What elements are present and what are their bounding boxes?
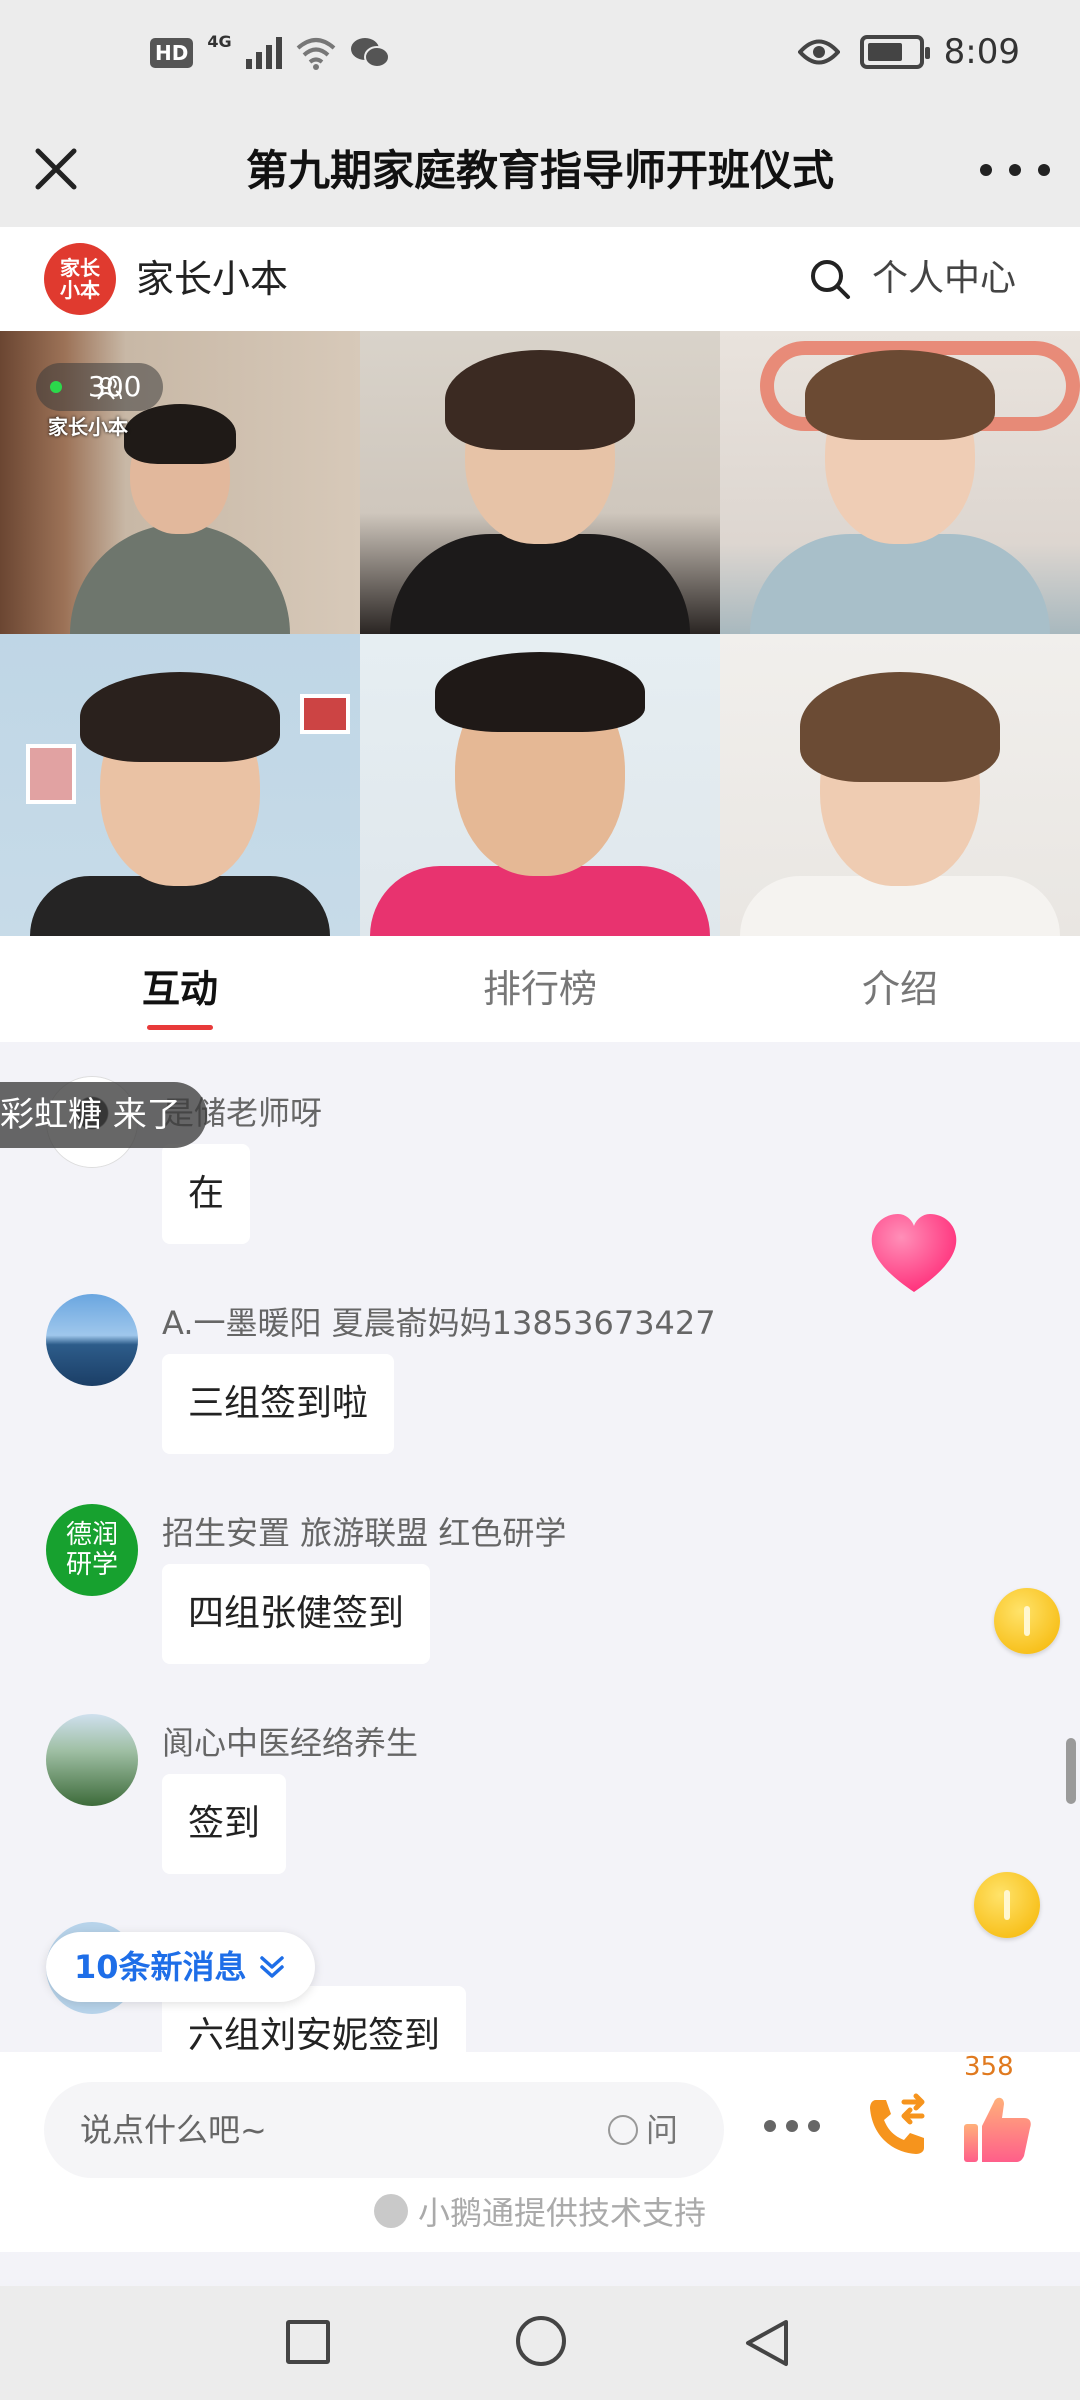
tab-bar: 互动 排行榜 介绍 (0, 936, 1080, 1042)
home-button[interactable] (516, 2316, 566, 2366)
recent-apps-button[interactable] (286, 2320, 330, 2364)
status-right: 8:09 (797, 32, 1020, 72)
input-bar: 说点什么吧~ 问 358 小鹅通提供技术支持 (0, 2052, 1080, 2252)
more-dot-icon (1009, 164, 1021, 176)
live-viewer-pill: 300 (36, 363, 164, 411)
xiaoetong-logo-icon (373, 2194, 408, 2228)
new-messages-label: 10条新消息 (74, 1948, 247, 1986)
more-dot-icon (980, 164, 992, 176)
more-options-button[interactable] (980, 145, 1050, 195)
wechat-icon (350, 38, 390, 68)
video-tile-participant[interactable] (720, 331, 1080, 634)
tech-support-text: 小鹅通提供技术支持 (417, 2194, 706, 2232)
avatar-text: 德润研学 (65, 1520, 118, 1580)
live-brand-watermark: 家长小本 (48, 415, 128, 439)
hd-badge: HD (150, 38, 194, 68)
brand-name[interactable]: 家长小本 (136, 227, 288, 331)
personal-center-link[interactable]: 个人中心 (872, 227, 1016, 331)
ask-label: 问 (646, 2111, 679, 2149)
coin-icon (974, 1872, 1040, 1938)
viewers-icon (97, 377, 122, 400)
network-label: 4G (207, 31, 232, 51)
message-sender: A.一墨暖阳 夏晨嵛妈妈13853673427 (162, 1304, 716, 1342)
brand-logo[interactable]: 家长小本 (44, 243, 116, 315)
brand-logo-text: 家长小本 (60, 256, 100, 302)
message-sender: 阆心中医经络养生 (162, 1724, 419, 1762)
phone-call-icon[interactable] (862, 2092, 932, 2162)
ask-question-toggle[interactable]: 问 (608, 2082, 678, 2178)
signal-icon (245, 37, 282, 69)
coin-icon (994, 1588, 1060, 1654)
tab-leaderboard[interactable]: 排行榜 (360, 936, 720, 1042)
chat-feed[interactable]: 彩虹糖 来了 是储老师呀 在 A.一墨暖阳 夏晨嵛妈妈13853673427 三… (0, 1042, 1080, 2052)
message-sender: 招生安置 旅游联盟 红色研学 (162, 1514, 567, 1552)
close-icon (35, 148, 77, 190)
title-bar: 第九期家庭教育指导师开班仪式 (0, 115, 1080, 227)
tab-introduction[interactable]: 介绍 (720, 936, 1080, 1042)
message-bubble: 三组签到啦 (162, 1354, 395, 1454)
tab-interaction[interactable]: 互动 (0, 936, 360, 1042)
thumbs-up-icon[interactable] (960, 2092, 1034, 2166)
avatar[interactable]: 德润研学 (46, 1504, 138, 1596)
message-bubble: 在 (162, 1144, 251, 1244)
avatar[interactable] (46, 1294, 138, 1386)
message-bubble: 签到 (162, 1774, 287, 1874)
more-actions-button[interactable] (764, 2120, 820, 2134)
page-title: 第九期家庭教育指导师开班仪式 (245, 146, 834, 195)
video-tile-participant[interactable] (360, 331, 720, 634)
tech-support-note: 小鹅通提供技术支持 (0, 2188, 1080, 2234)
dot-icon (786, 2120, 798, 2132)
like-count: 358 (964, 2052, 1014, 2082)
eye-icon (797, 39, 840, 65)
system-nav-bar (0, 2286, 1080, 2400)
avatar[interactable] (46, 1714, 138, 1806)
dot-icon (808, 2120, 820, 2132)
double-chevron-down-icon (259, 1956, 284, 1978)
clock: 8:09 (943, 32, 1020, 72)
chat-scrollbar[interactable] (1066, 1738, 1076, 1804)
brand-bar: 家长小本 家长小本 个人中心 (0, 227, 1080, 331)
message-bubble: 四组张健签到 (162, 1564, 431, 1664)
live-indicator-icon (50, 381, 62, 393)
comment-placeholder: 说点什么吧~ (80, 2111, 267, 2149)
status-bar: HD 4G 8:09 (0, 0, 1080, 115)
status-left: HD 4G (150, 32, 390, 70)
video-grid[interactable]: 300 家长小本 (0, 331, 1080, 936)
video-tile-host[interactable]: 300 家长小本 (0, 331, 360, 634)
search-icon[interactable] (808, 257, 852, 301)
arrival-toast: 彩虹糖 来了 (0, 1082, 207, 1148)
video-tile-participant[interactable] (0, 634, 360, 936)
back-button[interactable] (740, 2316, 794, 2370)
battery-icon (859, 35, 930, 69)
wifi-icon (296, 38, 335, 70)
new-messages-button[interactable]: 10条新消息 (46, 1932, 315, 2002)
comment-input[interactable]: 说点什么吧~ 问 (44, 2082, 724, 2178)
more-dot-icon (1038, 164, 1050, 176)
heart-icon (871, 1214, 957, 1292)
battery-level (867, 43, 902, 61)
ask-radio-icon (608, 2115, 638, 2145)
dot-icon (764, 2120, 776, 2132)
video-tile-participant[interactable] (360, 634, 720, 936)
close-button[interactable] (24, 137, 88, 201)
video-tile-participant[interactable] (720, 634, 1080, 936)
